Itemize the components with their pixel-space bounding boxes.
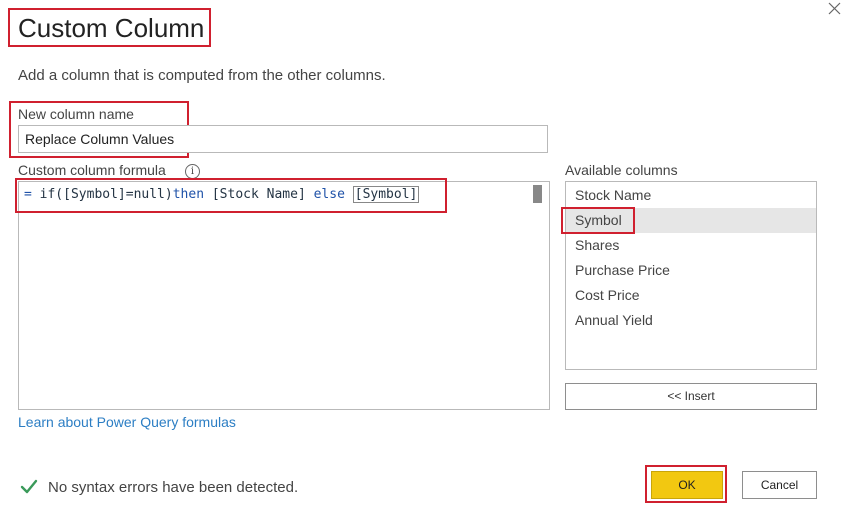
insert-button[interactable]: << Insert — [565, 383, 817, 410]
formula-equals: = — [24, 187, 32, 202]
formula-label: Custom column formula — [18, 162, 166, 178]
status-message: No syntax errors have been detected. — [48, 479, 299, 496]
dialog-subtitle: Add a column that is computed from the o… — [18, 67, 386, 84]
formula-else: else — [313, 187, 345, 202]
close-icon[interactable] — [826, 0, 842, 16]
cancel-button[interactable]: Cancel — [742, 471, 817, 499]
column-item-purchase-price[interactable]: Purchase Price — [566, 258, 816, 283]
formula-if: if([Symbol]=null) — [39, 187, 173, 202]
new-column-name-input[interactable] — [18, 125, 548, 153]
formula-text[interactable]: = if([Symbol]=null)then [Stock Name] els… — [24, 186, 420, 203]
available-columns-label: Available columns — [565, 162, 678, 178]
column-item-stock-name[interactable]: Stock Name — [566, 183, 816, 208]
checkmark-icon — [20, 479, 38, 494]
ok-button[interactable]: OK — [651, 471, 723, 499]
symbol-highlight-box — [561, 207, 635, 234]
formula-stock-name: [Stock Name] — [211, 187, 306, 202]
dialog-title: Custom Column — [18, 13, 205, 43]
info-icon[interactable]: i — [185, 164, 200, 179]
learn-power-query-link[interactable]: Learn about Power Query formulas — [18, 414, 236, 430]
column-item-shares[interactable]: Shares — [566, 233, 816, 258]
formula-scrollbar[interactable] — [533, 185, 542, 203]
column-item-cost-price[interactable]: Cost Price — [566, 283, 816, 308]
column-item-annual-yield[interactable]: Annual Yield — [566, 308, 816, 333]
new-column-name-label: New column name — [18, 106, 134, 122]
formula-editor[interactable] — [18, 181, 550, 410]
formula-then: then — [172, 187, 205, 202]
formula-symbol: [Symbol] — [352, 186, 420, 203]
